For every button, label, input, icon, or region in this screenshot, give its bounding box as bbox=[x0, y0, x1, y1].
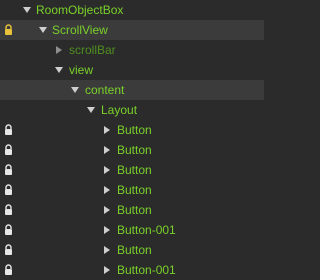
expanded-arrow-icon[interactable] bbox=[55, 67, 63, 73]
collapsed-arrow-icon[interactable] bbox=[104, 126, 110, 134]
tree-row-button[interactable]: Button bbox=[0, 180, 264, 200]
tree-row-button[interactable]: Button bbox=[0, 160, 264, 180]
tree-node-label: Button bbox=[117, 183, 152, 197]
lock-icon[interactable] bbox=[4, 184, 13, 196]
hierarchy-tree: RoomObjectBox ScrollView scrollBar view … bbox=[0, 0, 264, 277]
tree-row-button[interactable]: Button bbox=[0, 200, 264, 220]
collapsed-arrow-icon[interactable] bbox=[104, 266, 110, 274]
expanded-arrow-icon[interactable] bbox=[87, 107, 95, 113]
tree-node-label: Button-001 bbox=[117, 223, 176, 237]
lock-icon[interactable] bbox=[4, 224, 13, 236]
tree-node-label: Button-001 bbox=[117, 263, 176, 277]
tree-row-view[interactable]: view bbox=[0, 60, 264, 80]
tree-row-layout[interactable]: Layout bbox=[0, 100, 264, 120]
tree-row-button[interactable]: Button bbox=[0, 120, 264, 140]
tree-node-label: Button bbox=[117, 243, 152, 257]
tree-node-label: content bbox=[85, 83, 125, 97]
tree-node-label: view bbox=[69, 63, 94, 77]
lock-icon[interactable] bbox=[4, 24, 13, 36]
tree-row-roomobjectbox[interactable]: RoomObjectBox bbox=[0, 0, 264, 20]
collapsed-arrow-icon[interactable] bbox=[104, 146, 110, 154]
tree-row-content[interactable]: content bbox=[0, 80, 264, 100]
expanded-arrow-icon[interactable] bbox=[23, 7, 31, 13]
tree-node-label: Button bbox=[117, 123, 152, 137]
collapsed-arrow-icon[interactable] bbox=[104, 166, 110, 174]
tree-row-button-001[interactable]: Button-001 bbox=[0, 220, 264, 240]
collapsed-arrow-icon[interactable] bbox=[104, 206, 110, 214]
lock-icon[interactable] bbox=[4, 244, 13, 256]
lock-icon[interactable] bbox=[4, 204, 13, 216]
expanded-arrow-icon[interactable] bbox=[39, 27, 47, 33]
lock-icon[interactable] bbox=[4, 124, 13, 136]
collapsed-arrow-icon[interactable] bbox=[104, 226, 110, 234]
tree-node-label: Layout bbox=[101, 103, 138, 117]
lock-icon[interactable] bbox=[4, 164, 13, 176]
collapsed-arrow-icon[interactable] bbox=[104, 246, 110, 254]
tree-node-label: scrollBar bbox=[69, 43, 116, 57]
lock-icon[interactable] bbox=[4, 264, 13, 276]
tree-node-label: ScrollView bbox=[52, 23, 108, 37]
tree-node-label: Button bbox=[117, 203, 152, 217]
tree-row-scrollbar[interactable]: scrollBar bbox=[0, 40, 264, 60]
tree-row-scrollview[interactable]: ScrollView bbox=[0, 20, 264, 40]
collapsed-arrow-icon[interactable] bbox=[104, 186, 110, 194]
tree-row-button[interactable]: Button bbox=[0, 240, 264, 260]
expanded-arrow-icon[interactable] bbox=[71, 87, 79, 93]
collapsed-arrow-icon[interactable] bbox=[56, 46, 62, 54]
tree-node-label: RoomObjectBox bbox=[36, 3, 124, 17]
tree-row-button-001[interactable]: Button-001 bbox=[0, 260, 264, 280]
tree-node-label: Button bbox=[117, 143, 152, 157]
tree-row-button[interactable]: Button bbox=[0, 140, 264, 160]
tree-node-label: Button bbox=[117, 163, 152, 177]
lock-icon[interactable] bbox=[4, 144, 13, 156]
